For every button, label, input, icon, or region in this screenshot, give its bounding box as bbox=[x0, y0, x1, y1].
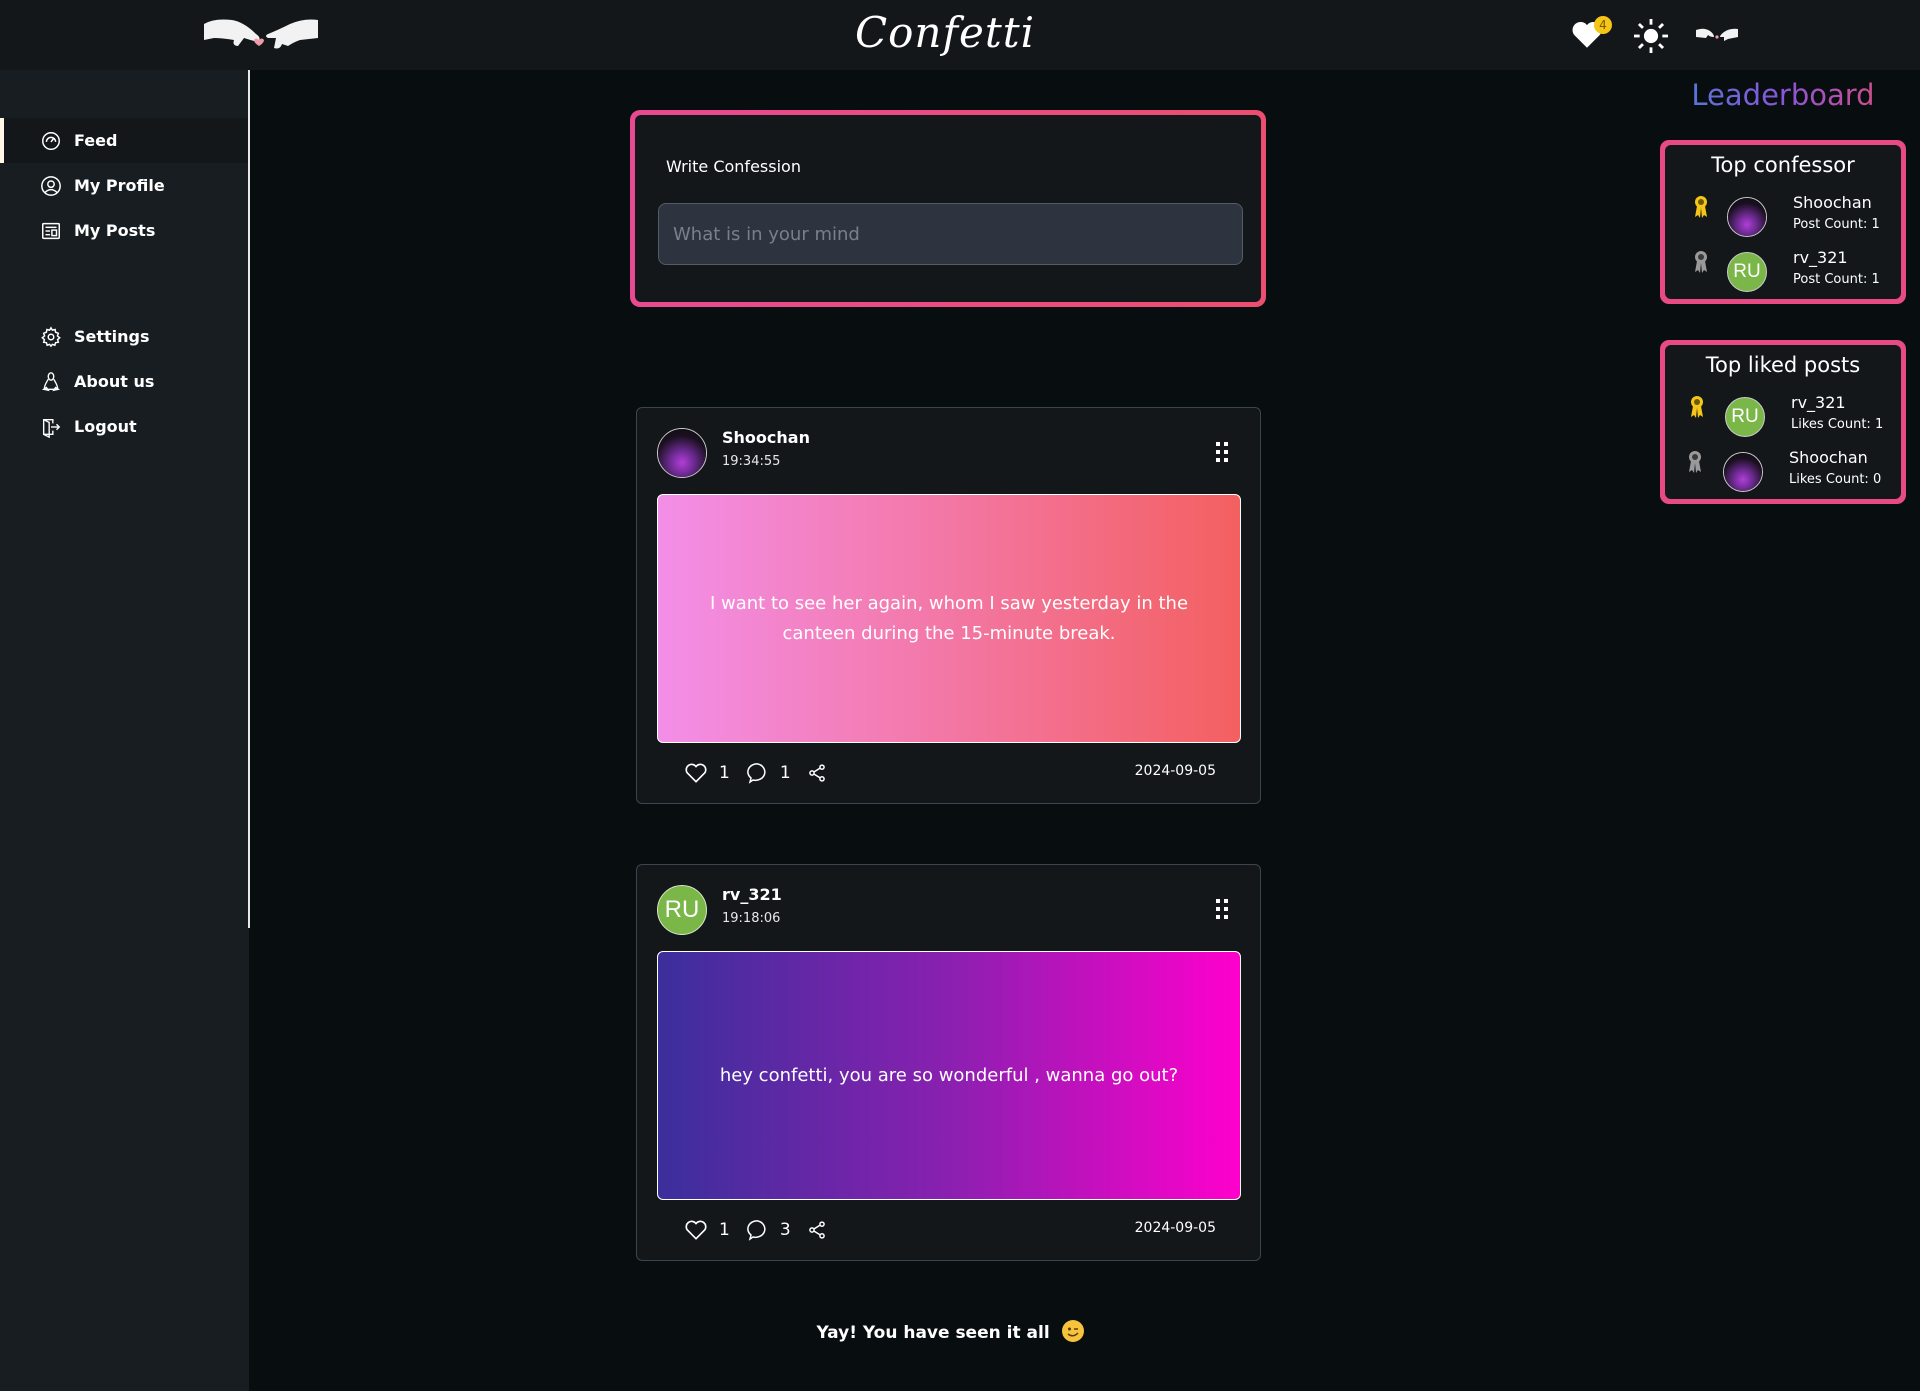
sidebar-item-settings[interactable]: Settings bbox=[0, 314, 248, 359]
comment-icon bbox=[746, 1220, 766, 1241]
post-actions: 1 3 bbox=[683, 1217, 827, 1243]
header-actions: 4 bbox=[1570, 16, 1738, 56]
post-date: 2024-09-05 bbox=[1134, 1220, 1216, 1236]
sidebar bbox=[0, 70, 249, 1391]
end-of-feed-message: Yay! You have seen it all bbox=[0, 1320, 1900, 1343]
silver-ribbon-icon bbox=[1695, 251, 1707, 273]
linux-icon bbox=[41, 371, 61, 391]
avatar-image bbox=[1728, 198, 1766, 236]
leaderboard-count: Post Count: 1 bbox=[1793, 217, 1880, 232]
post-username[interactable]: rv_321 bbox=[722, 885, 782, 904]
gold-ribbon-icon bbox=[1691, 396, 1703, 418]
leaderboard-title: Leaderboard bbox=[1660, 78, 1906, 112]
top-liked-posts-card: Top liked posts RU rv_321 Likes Count: 1… bbox=[1660, 340, 1906, 504]
sidebar-item-my-posts[interactable]: My Posts bbox=[0, 208, 248, 253]
sidebar-item-label: Feed bbox=[74, 131, 118, 150]
leaderboard-name: Shoochan bbox=[1789, 448, 1868, 467]
sidebar-item-my-profile[interactable]: My Profile bbox=[0, 163, 248, 208]
notifications-button[interactable]: 4 bbox=[1570, 16, 1612, 54]
post-actions: 1 1 bbox=[683, 760, 827, 786]
sun-icon[interactable] bbox=[1634, 19, 1668, 53]
leaderboard-row[interactable]: Shoochan Likes Count: 0 bbox=[1665, 448, 1901, 500]
heart-outline-icon bbox=[685, 763, 707, 783]
avatar-image bbox=[1724, 453, 1762, 491]
notification-badge: 4 bbox=[1594, 16, 1612, 34]
end-of-feed-text: Yay! You have seen it all bbox=[816, 1323, 1050, 1343]
logout-icon bbox=[42, 418, 61, 438]
avatar: RU bbox=[1725, 397, 1765, 437]
share-icon bbox=[808, 764, 825, 782]
top-liked-posts-inner: Top liked posts RU rv_321 Likes Count: 1… bbox=[1665, 345, 1901, 499]
top-confessor-heading: Top confessor bbox=[1711, 153, 1855, 177]
newspaper-icon bbox=[42, 222, 60, 239]
comment-icon bbox=[746, 763, 766, 784]
like-count: 1 bbox=[719, 1220, 730, 1240]
share-button[interactable] bbox=[807, 1220, 827, 1240]
leaderboard-name: rv_321 bbox=[1793, 248, 1848, 267]
wink-emoji-icon bbox=[1061, 1320, 1084, 1342]
leaderboard-count: Post Count: 1 bbox=[1793, 272, 1880, 287]
sidebar-item-label: About us bbox=[74, 372, 155, 391]
top-confessor-inner: Top confessor Shoochan Post Count: 1 RU … bbox=[1665, 145, 1901, 299]
write-confession-card: Write Confession bbox=[630, 110, 1266, 307]
gear-icon bbox=[41, 325, 61, 347]
gold-ribbon-icon bbox=[1695, 196, 1707, 218]
leaderboard-count: Likes Count: 1 bbox=[1791, 417, 1884, 432]
top-header: Confetti 4 bbox=[0, 0, 1920, 70]
post-time: 19:34:55 bbox=[722, 454, 781, 469]
avatar bbox=[1723, 452, 1763, 492]
top-liked-posts-heading: Top liked posts bbox=[1705, 353, 1861, 377]
sidebar-divider bbox=[248, 70, 250, 928]
leaderboard-row[interactable]: RU rv_321 Likes Count: 1 bbox=[1665, 393, 1901, 445]
like-count: 1 bbox=[719, 763, 730, 783]
sidebar-item-label: Settings bbox=[74, 327, 150, 346]
top-confessor-card: Top confessor Shoochan Post Count: 1 RU … bbox=[1660, 140, 1906, 304]
comment-button[interactable] bbox=[746, 761, 770, 785]
avatar-image bbox=[658, 429, 706, 477]
grip-menu-icon[interactable] bbox=[1214, 897, 1230, 921]
sidebar-item-label: My Profile bbox=[74, 176, 165, 195]
leaderboard-name: rv_321 bbox=[1791, 393, 1846, 412]
comment-count: 1 bbox=[779, 763, 791, 783]
share-button[interactable] bbox=[807, 763, 827, 783]
leaderboard-name: Shoochan bbox=[1793, 193, 1872, 212]
write-confession-inner: Write Confession bbox=[635, 115, 1261, 302]
write-confession-label: Write Confession bbox=[666, 157, 801, 176]
share-icon bbox=[808, 1221, 825, 1239]
post-content[interactable]: hey confetti, you are so wonderful , wan… bbox=[657, 951, 1241, 1200]
avatar[interactable]: RU bbox=[657, 885, 707, 935]
post-card: RU rv_321 19:18:06 hey confetti, you are… bbox=[636, 864, 1261, 1261]
sidebar-item-label: My Posts bbox=[74, 221, 156, 240]
avatar: RU bbox=[1727, 252, 1767, 292]
sidebar-item-logout[interactable]: Logout bbox=[0, 404, 248, 449]
post-time: 19:18:06 bbox=[722, 911, 781, 926]
grip-menu-icon[interactable] bbox=[1214, 440, 1230, 464]
post-date: 2024-09-05 bbox=[1134, 763, 1216, 779]
leaderboard-row[interactable]: Shoochan Post Count: 1 bbox=[1665, 193, 1901, 245]
user-circle-icon bbox=[41, 175, 61, 196]
avatar bbox=[1727, 197, 1767, 237]
sidebar-item-feed[interactable]: Feed bbox=[0, 118, 248, 163]
comment-count: 3 bbox=[779, 1220, 791, 1240]
hands-icon[interactable] bbox=[1696, 26, 1738, 46]
sidebar-item-label: Logout bbox=[74, 417, 137, 436]
post-username[interactable]: Shoochan bbox=[722, 428, 810, 447]
post-card: Shoochan 19:34:55 I want to see her agai… bbox=[636, 407, 1261, 804]
speedometer-icon bbox=[42, 131, 60, 150]
heart-outline-icon bbox=[685, 1220, 707, 1240]
like-button[interactable] bbox=[683, 1217, 709, 1243]
sidebar-item-about-us[interactable]: About us bbox=[0, 359, 248, 404]
leaderboard-row[interactable]: RU rv_321 Post Count: 1 bbox=[1665, 248, 1901, 300]
post-content[interactable]: I want to see her again, whom I saw yest… bbox=[657, 494, 1241, 743]
confession-input[interactable] bbox=[658, 203, 1243, 265]
like-button[interactable] bbox=[683, 760, 709, 786]
leaderboard-count: Likes Count: 0 bbox=[1789, 472, 1882, 487]
silver-ribbon-icon bbox=[1689, 451, 1701, 473]
avatar[interactable] bbox=[657, 428, 707, 478]
comment-button[interactable] bbox=[746, 1218, 770, 1242]
